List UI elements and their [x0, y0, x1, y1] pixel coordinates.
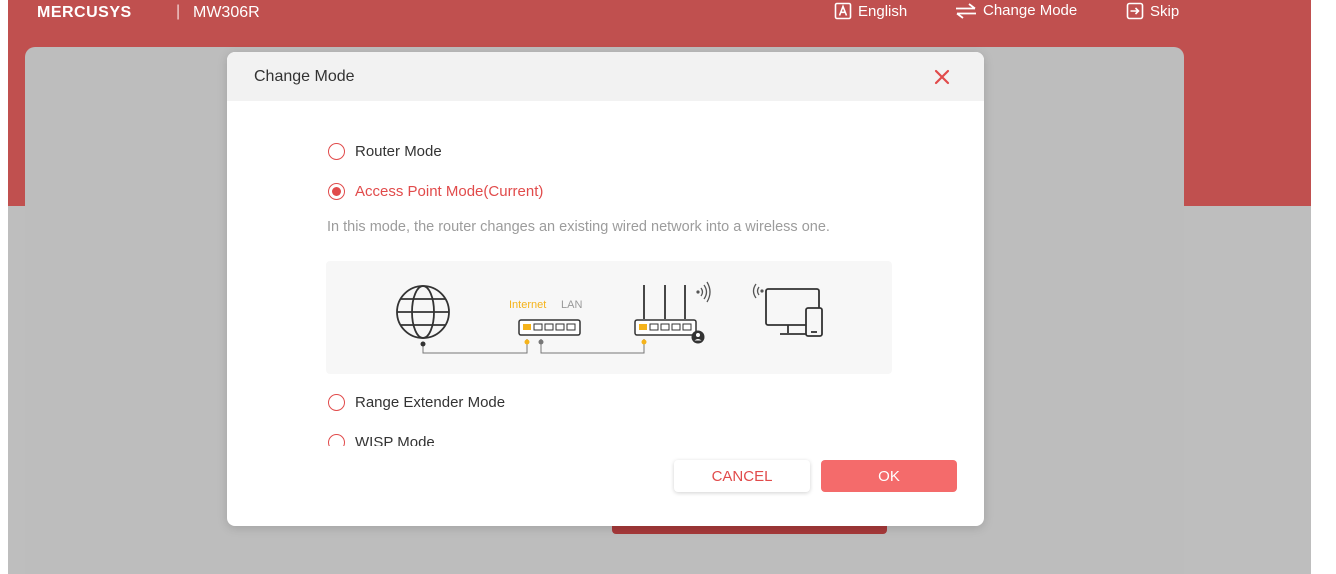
- dialog-header: Change Mode: [227, 52, 984, 101]
- wifi-signal-icon: [696, 281, 711, 303]
- internet-port-dot: [524, 339, 530, 345]
- language-icon: [834, 2, 852, 20]
- wisp-mode-radio[interactable]: [328, 434, 345, 446]
- brand-separator: |: [176, 3, 181, 20]
- option-access-point-mode[interactable]: Access Point Mode(Current): [328, 183, 543, 200]
- close-button[interactable]: [929, 64, 955, 90]
- option-range-extender-mode[interactable]: Range Extender Mode: [328, 394, 505, 411]
- lan-port-dot: [538, 339, 544, 345]
- language-button[interactable]: English: [834, 2, 907, 20]
- option-wisp-mode[interactable]: WISP Mode: [328, 434, 435, 446]
- range-extender-mode-label: Range Extender Mode: [355, 394, 506, 411]
- top-header: MERCUSYS | MW306R English Change Mode Sk…: [0, 0, 1336, 26]
- main-router-icon: [518, 319, 581, 336]
- lan-label: LAN: [561, 299, 582, 311]
- option-router-mode[interactable]: Router Mode: [328, 143, 442, 160]
- page-edge-right: [1311, 0, 1336, 574]
- access-point-router-icon: [634, 285, 705, 344]
- router-mode-label: Router Mode: [355, 143, 442, 160]
- dialog-title: Change Mode: [254, 68, 355, 85]
- change-mode-dialog: Change Mode Router Mode Access Point Mod…: [227, 52, 984, 526]
- skip-button[interactable]: Skip: [1126, 2, 1179, 20]
- wifi-signal-client-icon: [752, 283, 764, 299]
- internet-label: Internet: [509, 299, 546, 311]
- wisp-mode-label: WISP Mode: [355, 434, 435, 446]
- ok-button[interactable]: OK: [821, 460, 957, 492]
- skip-label: Skip: [1150, 2, 1180, 20]
- change-mode-label: Change Mode: [983, 2, 1078, 19]
- topology-diagram: Internet LAN: [326, 261, 892, 374]
- dialog-footer: CANCEL OK: [227, 446, 984, 526]
- mode-description: In this mode, the router changes an exis…: [327, 219, 830, 235]
- setup-wizard-page: MERCUSYS | MW306R English Change Mode Sk…: [0, 0, 1336, 574]
- cancel-button[interactable]: CANCEL: [674, 460, 810, 492]
- monitor-phone-icon: [765, 288, 823, 337]
- close-icon: [934, 69, 950, 85]
- wire-end-dot: [420, 341, 426, 347]
- change-mode-button[interactable]: Change Mode: [955, 2, 1077, 19]
- wire-internet-to-switch: [422, 339, 528, 354]
- ap-port-dot: [641, 339, 647, 345]
- skip-icon: [1126, 2, 1144, 20]
- access-point-mode-label: Access Point Mode(Current): [355, 183, 544, 200]
- dialog-body: Router Mode Access Point Mode(Current) I…: [227, 101, 984, 446]
- wire-lan-to-access-point: [540, 339, 645, 354]
- language-label: English: [858, 2, 908, 20]
- brand-logo: MERCUSYS: [37, 4, 132, 21]
- change-mode-icon: [956, 2, 976, 19]
- range-extender-mode-radio[interactable]: [328, 394, 345, 411]
- access-point-mode-radio[interactable]: [328, 183, 345, 200]
- router-mode-radio[interactable]: [328, 143, 345, 160]
- topology-illustration: Internet LAN: [396, 281, 823, 354]
- globe-icon: [396, 285, 450, 339]
- page-edge-left: [0, 0, 8, 574]
- model-name: MW306R: [193, 4, 260, 21]
